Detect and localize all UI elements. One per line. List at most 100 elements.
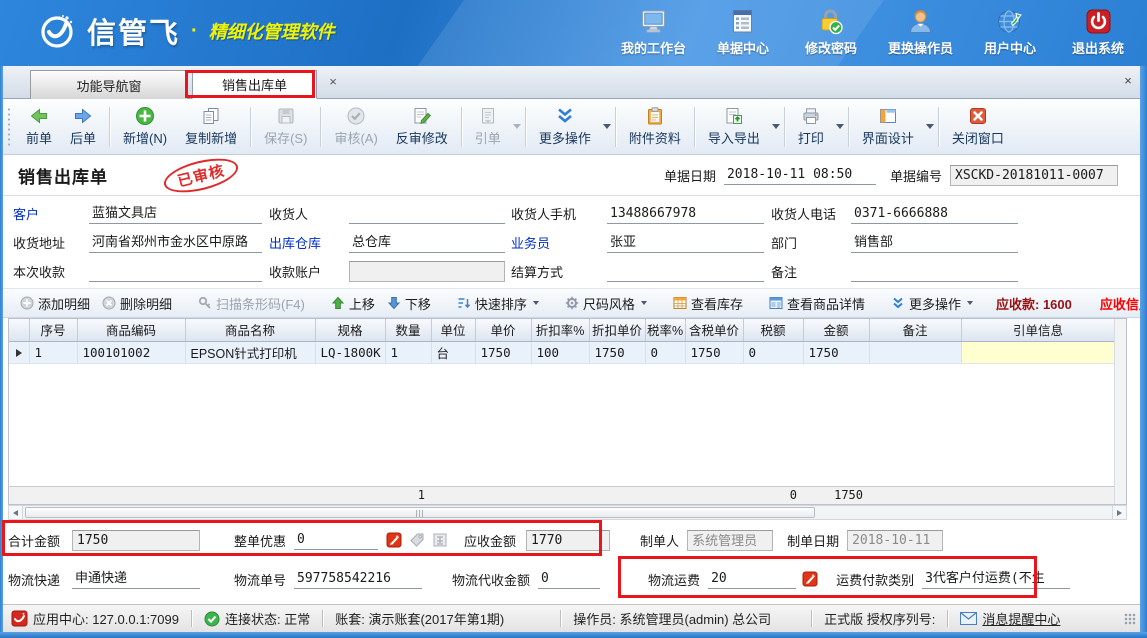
customer-label[interactable]: 客户	[13, 204, 89, 223]
column-header[interactable]: 序号	[29, 319, 77, 341]
column-header[interactable]: 税额	[743, 319, 803, 341]
view-product-detail-button[interactable]: 查看商品详情	[766, 292, 868, 315]
column-header[interactable]: 含税单价	[685, 319, 743, 341]
resize-grip[interactable]	[1124, 613, 1136, 625]
calculator-icon[interactable]	[432, 532, 448, 548]
chevron-down-icon[interactable]	[926, 124, 934, 129]
salesman-label[interactable]: 业务员	[511, 233, 607, 252]
tab-close-icon[interactable]: ×	[325, 74, 341, 90]
remark-field[interactable]	[851, 262, 1018, 282]
chevron-down-icon[interactable]	[772, 124, 780, 129]
column-header[interactable]: 金额	[803, 319, 869, 341]
tab-function-nav[interactable]: 功能导航窗	[30, 70, 188, 99]
cell-amount[interactable]: 1750	[803, 341, 869, 363]
tracking-field[interactable]: 597758542216	[294, 569, 422, 589]
cell-price[interactable]: 1750	[475, 341, 531, 363]
print-button[interactable]: 打印	[789, 102, 833, 151]
column-header[interactable]: 折扣率%	[531, 319, 589, 341]
vertical-scrollbar[interactable]	[1114, 319, 1126, 504]
column-header[interactable]: 商品编码	[77, 319, 185, 341]
move-down-button[interactable]: 下移	[384, 292, 434, 315]
cell-qty[interactable]: 1	[385, 341, 431, 363]
new-button[interactable]: 新增(N)	[114, 102, 176, 151]
nav-change-operator[interactable]: 更换操作员	[888, 8, 953, 57]
tab-sales-outbound[interactable]: 销售出库单	[192, 70, 317, 99]
column-header[interactable]: 商品名称	[185, 319, 315, 341]
cell-remark[interactable]	[869, 341, 961, 363]
address-field[interactable]: 河南省郑州市金水区中原路	[89, 233, 262, 253]
row-selector[interactable]	[9, 341, 29, 363]
nav-exit-system[interactable]: 退出系统	[1067, 8, 1129, 57]
chevron-down-icon[interactable]	[836, 124, 844, 129]
column-header[interactable]: 单价	[475, 319, 531, 341]
cell-tax[interactable]: 0	[743, 341, 803, 363]
freight-pay-type-field[interactable]: 3代客户付运费(不生	[922, 569, 1070, 589]
cod-field[interactable]: 0	[538, 569, 600, 589]
save-button[interactable]: 保存(S)	[255, 102, 316, 151]
warehouse-field[interactable]: 总仓库	[349, 233, 505, 253]
consignee-phone-field[interactable]: 0371-6666888	[851, 204, 1018, 224]
customer-field[interactable]: 蓝猫文具店	[89, 204, 262, 224]
grid-more-operations-button[interactable]: 更多操作	[888, 292, 976, 315]
scrollbar-thumb[interactable]	[25, 507, 815, 518]
remove-detail-button[interactable]: 删除明细	[99, 292, 175, 315]
horizontal-scrollbar[interactable]	[8, 505, 1127, 520]
warehouse-label[interactable]: 出库仓库	[269, 233, 349, 252]
column-header[interactable]: 数量	[385, 319, 431, 341]
nav-change-password[interactable]: 修改密码	[800, 8, 862, 57]
consignee-mobile-field[interactable]: 13488667978	[607, 204, 764, 224]
scroll-left-arrow[interactable]	[9, 506, 23, 519]
pull-doc-button[interactable]: 引单	[466, 102, 510, 151]
copy-new-button[interactable]: 复制新增	[176, 102, 246, 151]
scan-barcode-button[interactable]: 扫描条形码(F4)	[195, 292, 308, 315]
table-row[interactable]: 1 100101002 EPSON针式打印机 LQ-1800K 1 台 1750…	[9, 341, 1115, 363]
nav-my-workspace[interactable]: 我的工作台	[621, 8, 686, 57]
import-export-button[interactable]: 导入导出	[699, 102, 769, 151]
view-stock-button[interactable]: 查看库存	[670, 292, 746, 315]
doc-date-field[interactable]: 2018-10-11 08:50	[724, 165, 876, 185]
payment-field[interactable]	[89, 262, 262, 282]
cell-discount-rate[interactable]: 100	[531, 341, 589, 363]
consignee-field[interactable]	[349, 204, 505, 224]
column-header[interactable]: 单位	[431, 319, 475, 341]
audit-button[interactable]: 审核(A)	[325, 102, 386, 151]
next-doc-button[interactable]: 后单	[61, 102, 105, 151]
column-header[interactable]: 折扣单价	[589, 319, 645, 341]
cell-seq[interactable]: 1	[29, 341, 77, 363]
cell-tax-rate[interactable]: 0	[645, 341, 685, 363]
column-header[interactable]: 规格	[315, 319, 385, 341]
tabstrip-close-icon[interactable]: ×	[1120, 73, 1136, 89]
move-up-button[interactable]: 上移	[328, 292, 378, 315]
nav-user-center[interactable]: 用户中心	[979, 8, 1041, 57]
more-operations-button[interactable]: 更多操作	[530, 102, 600, 151]
add-detail-button[interactable]: 添加明细	[17, 292, 93, 315]
settlement-field[interactable]	[607, 262, 764, 282]
cell-product-code[interactable]: 100101002	[77, 341, 185, 363]
freight-field[interactable]: 20	[708, 569, 796, 589]
salesman-field[interactable]: 张亚	[607, 233, 764, 253]
cell-product-name[interactable]: EPSON针式打印机	[185, 341, 315, 363]
edit-freight-icon[interactable]	[802, 571, 818, 587]
discount-field[interactable]: 0	[294, 530, 378, 550]
close-window-button[interactable]: 关闭窗口	[943, 102, 1013, 151]
nav-document-center[interactable]: 单据中心	[712, 8, 774, 57]
unaudit-button[interactable]: 反审修改	[387, 102, 457, 151]
column-header[interactable]: 引单信息	[961, 319, 1115, 341]
ui-design-button[interactable]: 界面设计	[853, 102, 923, 151]
attachments-button[interactable]: 附件资料	[620, 102, 690, 151]
message-center-link[interactable]: 消息提醒中心	[960, 609, 1060, 628]
cell-ref-info[interactable]	[961, 341, 1115, 363]
chevron-down-icon[interactable]	[603, 124, 611, 129]
cell-price-with-tax[interactable]: 1750	[685, 341, 743, 363]
cell-unit[interactable]: 台	[431, 341, 475, 363]
cell-discount-price[interactable]: 1750	[589, 341, 645, 363]
prev-doc-button[interactable]: 前单	[17, 102, 61, 151]
express-field[interactable]: 申通快递	[72, 569, 200, 589]
chevron-down-icon[interactable]	[513, 124, 521, 129]
price-tag-icon[interactable]	[409, 532, 425, 548]
quick-sort-button[interactable]: 快速排序	[454, 292, 542, 315]
edit-discount-icon[interactable]	[386, 532, 402, 548]
column-header[interactable]: 备注	[869, 319, 961, 341]
toolbar-grip[interactable]	[7, 107, 11, 146]
scroll-right-arrow[interactable]	[1112, 506, 1126, 519]
